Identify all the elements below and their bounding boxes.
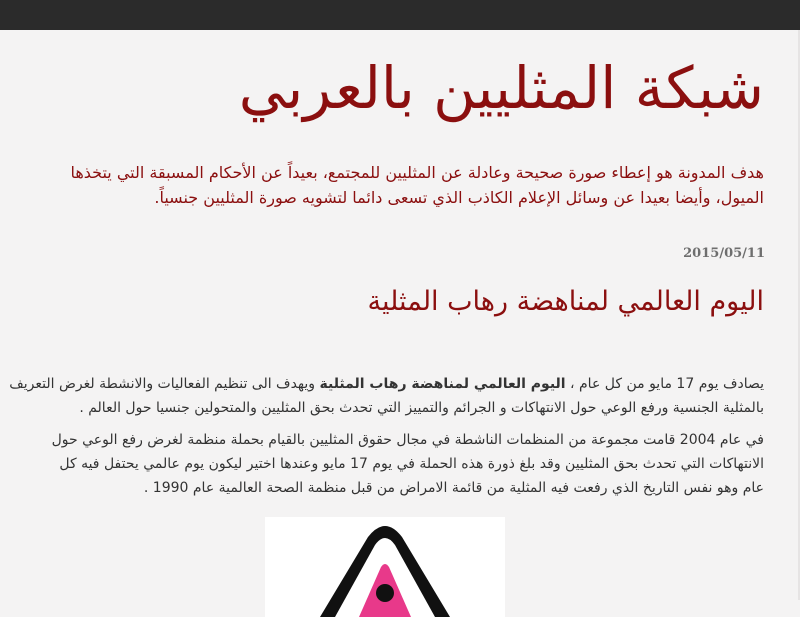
- post-line: بالمثلية الجنسية ورفع الوعي حول الانتهاك…: [79, 400, 764, 416]
- post-title-link[interactable]: اليوم العالمي لمناهضة رهاب المثلية: [368, 282, 765, 322]
- site-description-line: الميول، وأيضا بعيدا عن وسائل الإعلام الك…: [154, 188, 764, 207]
- post-image: [265, 517, 505, 617]
- post-line: في عام 2004 قامت مجموعة من المنظمات النا…: [51, 432, 764, 448]
- post-date: 2015/05/11: [683, 246, 765, 261]
- post-paragraph: في عام 2004 قامت مجموعة من المنظمات النا…: [4, 428, 764, 500]
- triangle-symbol-icon: [265, 517, 505, 617]
- site-description: هدف المدونة هو إعطاء صورة صحيحة وعادلة ع…: [0, 160, 764, 210]
- post-line: يصادف يوم 17 مايو من كل عام ، اليوم العا…: [4, 372, 764, 396]
- post-body: يصادف يوم 17 مايو من كل عام ، اليوم العا…: [4, 372, 764, 508]
- post-line: عام وهو نفس التاريخ الذي رفعت فيه المثلي…: [143, 480, 764, 496]
- top-navigation-bar: [0, 0, 800, 30]
- post-bold-text: اليوم العالمي لمناهضة رهاب المثلية: [319, 376, 566, 392]
- site-description-line: هدف المدونة هو إعطاء صورة صحيحة وعادلة ع…: [70, 163, 764, 182]
- post-text: ويهدف الى تنظيم الفعاليات والانشطة لغرض …: [9, 376, 320, 392]
- site-title-link[interactable]: شبكة المثليين بالعربي: [239, 48, 764, 128]
- post-paragraph: يصادف يوم 17 مايو من كل عام ، اليوم العا…: [4, 372, 764, 420]
- post-text: يصادف يوم 17 مايو من كل عام ،: [565, 376, 764, 392]
- post-line: الانتهاكات التي تحدث بحق المثليين وقد بل…: [59, 456, 764, 472]
